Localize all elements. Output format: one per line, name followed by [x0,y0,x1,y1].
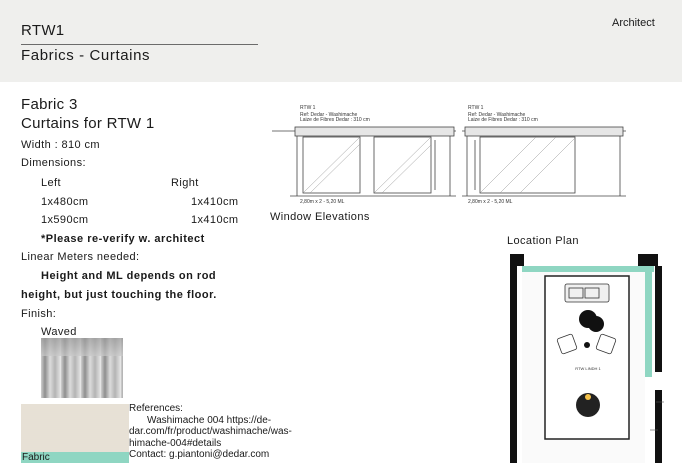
width-value: Width : 810 cm [21,139,100,151]
dim-left-1: 1x480cm [41,196,89,208]
linear-label: Linear Meters needed: [21,251,140,263]
elev-2-line2: Laize de Fibres Dedar : 310 cm [468,117,538,123]
dimensions-label: Dimensions: [21,157,86,169]
sofa-icon [564,283,610,303]
header-band: RTW1 Fabrics - Curtains Architect [0,0,682,82]
curtains-for: Curtains for RTW 1 [21,115,155,132]
elev-1-line2: Laize de Fibres Dedar : 310 cm [300,117,370,123]
right-label: Right [171,177,199,189]
elevation-2 [462,126,626,197]
header-divider [21,44,258,45]
fabric-swatch [21,404,129,452]
elevations-caption: Window Elevations [270,211,370,223]
references-block: References: Washimache 004 https://de- d… [129,403,319,461]
dim-left-2: 1x590cm [41,214,89,226]
reference-line-1: Washimache 004 https://de- [147,414,272,426]
reference-line-2: dar.com/fr/product/washimache/was- [129,426,292,437]
waved-curtain-photo [41,338,123,398]
elevation-1 [272,126,456,197]
elev-1-bottom: 2,80m x 2 - 5,20 ML [300,199,345,205]
dim-right-2: 1x410cm [191,214,239,226]
references-title: References: [129,403,183,414]
elev-2-title: RTW 1 [468,105,484,111]
page-title: Fabrics - Curtains [21,47,151,64]
location-plan-drawing: RTW LINDH 1 [508,252,664,463]
curtain-accent-right [645,272,652,377]
room-label: RTW LINDH 1 [575,366,601,371]
role-label: Architect [612,17,655,29]
location-plan-title: Location Plan [507,235,579,247]
finish-label: Finish: [21,308,57,320]
page-code: RTW1 [21,22,65,39]
verify-note: *Please re-verify w. architect [41,233,205,245]
curtain-accent-top [522,266,654,272]
window-elevations-drawing: RTW 1 Ref: Dedar - Washimache Laize de F… [272,105,626,205]
linear-note-1: Height and ML depends on rod [41,270,217,282]
reference-line-3: himache-004#details [129,437,222,449]
reference-contact: Contact: g.piantoni@dedar.com [129,449,270,460]
fabric-name: Fabric 3 [21,96,78,113]
linear-note-2: height, but just touching the floor. [21,289,217,301]
fabric-tag: Fabric [22,452,50,463]
elev-2-bottom: 2,80m x 2 - 5,20 ML [468,199,513,205]
dim-right-1: 1x410cm [191,196,239,208]
finish-value: Waved [41,326,77,338]
left-label: Left [41,177,61,189]
elev-1-title: RTW 1 [300,105,316,111]
